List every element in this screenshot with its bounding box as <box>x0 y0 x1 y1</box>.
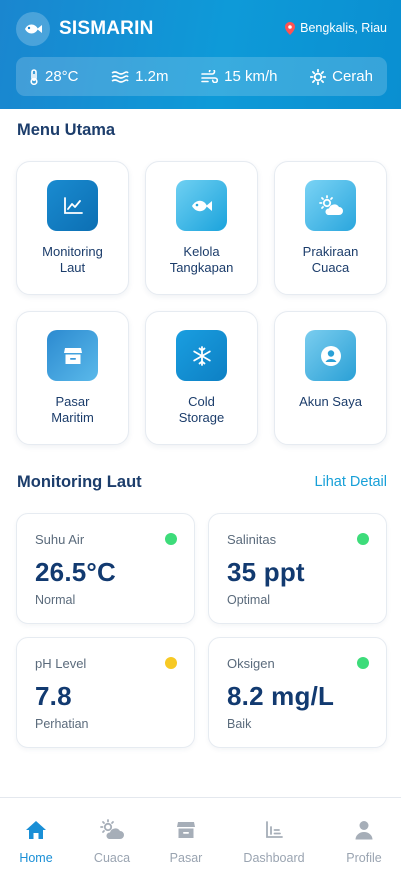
nav-cuaca[interactable]: Cuaca <box>72 798 152 880</box>
wind-reading: 15 km/h <box>201 68 277 85</box>
wave-reading: 1.2m <box>111 68 169 85</box>
store-icon <box>47 330 98 381</box>
weather-summary-bar: 28°C 1.2m 15 km/h Cerah <box>16 57 387 96</box>
stat-status: Optimal <box>227 593 271 607</box>
stat-card-oksigen[interactable]: Oksigen 8.2 mg/L Baik <box>208 637 387 748</box>
temperature-value: 28°C <box>45 68 79 85</box>
temperature-reading: 28°C <box>29 68 79 85</box>
snowflake-icon <box>176 330 227 381</box>
location-label: Bengkalis, Riau <box>300 21 387 35</box>
location[interactable]: Bengkalis, Riau <box>285 21 387 35</box>
nav-label: Pasar <box>169 851 203 865</box>
user-icon <box>355 819 373 841</box>
stat-label: pH Level <box>35 656 87 671</box>
chart-line-icon <box>47 180 98 231</box>
menu-item-label: Monitoring Laut <box>42 244 103 275</box>
view-detail-link[interactable]: Lihat Detail <box>314 474 387 490</box>
nav-label: Cuaca <box>93 851 131 865</box>
map-pin-icon <box>285 21 296 35</box>
stat-status: Baik <box>227 717 252 731</box>
menu-item-kelola-tangkapan[interactable]: Kelola Tangkapan <box>145 161 258 295</box>
menu-item-monitoring-laut[interactable]: Monitoring Laut <box>16 161 129 295</box>
wind-value: 15 km/h <box>224 68 278 85</box>
status-dot <box>357 657 369 669</box>
menu-item-label: Prakiraan Cuaca <box>302 244 359 275</box>
store-icon <box>176 819 196 841</box>
stat-label: Oksigen <box>227 656 275 671</box>
app-title: SISMARIN <box>59 18 154 39</box>
sun-icon <box>310 68 327 85</box>
stat-value: 35 ppt <box>227 557 305 587</box>
app-header: SISMARIN Bengkalis, Riau 28°C 1.2m 15 km… <box>0 0 401 109</box>
nav-home[interactable]: Home <box>0 798 76 880</box>
menu-item-label: Akun Saya <box>299 394 362 409</box>
menu-item-label: Cold Storage <box>178 394 225 425</box>
wave-icon <box>111 70 129 83</box>
nav-label: Dashboard <box>243 851 305 865</box>
stat-value: 7.8 <box>35 681 72 711</box>
status-dot <box>165 657 177 669</box>
wave-value: 1.2m <box>135 68 169 85</box>
nav-label: Home <box>19 851 53 865</box>
fish-icon <box>176 180 227 231</box>
brand[interactable]: SISMARIN <box>16 12 154 46</box>
stat-card-suhu-air[interactable]: Suhu Air 26.5°C Normal <box>16 513 195 624</box>
sun-cloud-icon <box>99 819 125 841</box>
stat-card-ph-level[interactable]: pH Level 7.8 Perhatian <box>16 637 195 748</box>
chart-bar-icon <box>265 819 283 841</box>
menu-item-label: Pasar Maritim <box>51 394 94 425</box>
home-icon <box>25 819 47 841</box>
stat-label: Salinitas <box>227 532 277 547</box>
nav-dashboard[interactable]: Dashboard <box>234 798 314 880</box>
stat-label: Suhu Air <box>35 532 85 547</box>
fish-icon <box>16 12 50 46</box>
nav-pasar[interactable]: Pasar <box>146 798 226 880</box>
condition-reading: Cerah <box>310 68 373 85</box>
user-circle-icon <box>305 330 356 381</box>
status-dot <box>165 533 177 545</box>
nav-profile[interactable]: Profile <box>324 798 401 880</box>
monitoring-section-title: Monitoring Laut <box>17 473 142 491</box>
stat-status: Normal <box>35 593 76 607</box>
menu-item-akun-saya[interactable]: Akun Saya <box>274 311 387 445</box>
thermometer-icon <box>30 68 38 85</box>
menu-item-pasar-maritim[interactable]: Pasar Maritim <box>16 311 129 445</box>
sun-cloud-icon <box>305 180 356 231</box>
condition-value: Cerah <box>332 68 373 85</box>
stat-value: 8.2 mg/L <box>227 681 335 711</box>
menu-item-cold-storage[interactable]: Cold Storage <box>145 311 258 445</box>
menu-section-title: Menu Utama <box>17 121 116 139</box>
menu-item-prakiraan-cuaca[interactable]: Prakiraan Cuaca <box>274 161 387 295</box>
bottom-navigation: Home Cuaca Pasar Dashboard Profile <box>0 797 401 880</box>
stat-value: 26.5°C <box>35 557 116 587</box>
wind-icon <box>201 70 219 83</box>
stat-status: Perhatian <box>35 717 89 731</box>
nav-label: Profile <box>346 851 382 865</box>
stat-card-salinitas[interactable]: Salinitas 35 ppt Optimal <box>208 513 387 624</box>
status-dot <box>357 533 369 545</box>
menu-item-label: Kelola Tangkapan <box>169 244 234 275</box>
